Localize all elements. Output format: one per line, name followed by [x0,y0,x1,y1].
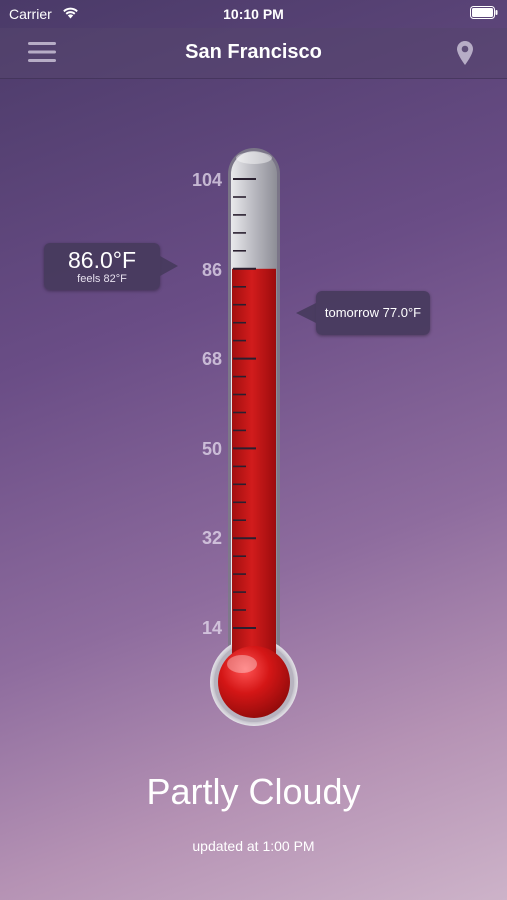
scale-label-86: 86 [201,260,222,280]
scale-label-104: 104 [191,170,222,190]
scale-label-14: 14 [201,618,222,638]
mercury-column [232,268,276,668]
feels-like-temp: feels 82°F [77,273,127,285]
current-temp-bubble: 86.0°F feels 82°F [44,243,178,290]
scale-label-68: 68 [201,349,222,369]
tomorrow-temp: tomorrow 77.0°F [324,305,422,320]
mercury-bulb [218,646,290,718]
scale-label-50: 50 [201,439,222,459]
weather-condition: Partly Cloudy [146,771,361,812]
scale-label-32: 32 [201,528,222,548]
current-temp: 86.0°F [67,247,136,273]
updated-time: updated at 1:00 PM [192,838,315,854]
thermometer [210,148,298,726]
tomorrow-bubble: tomorrow 77.0°F [296,291,430,335]
